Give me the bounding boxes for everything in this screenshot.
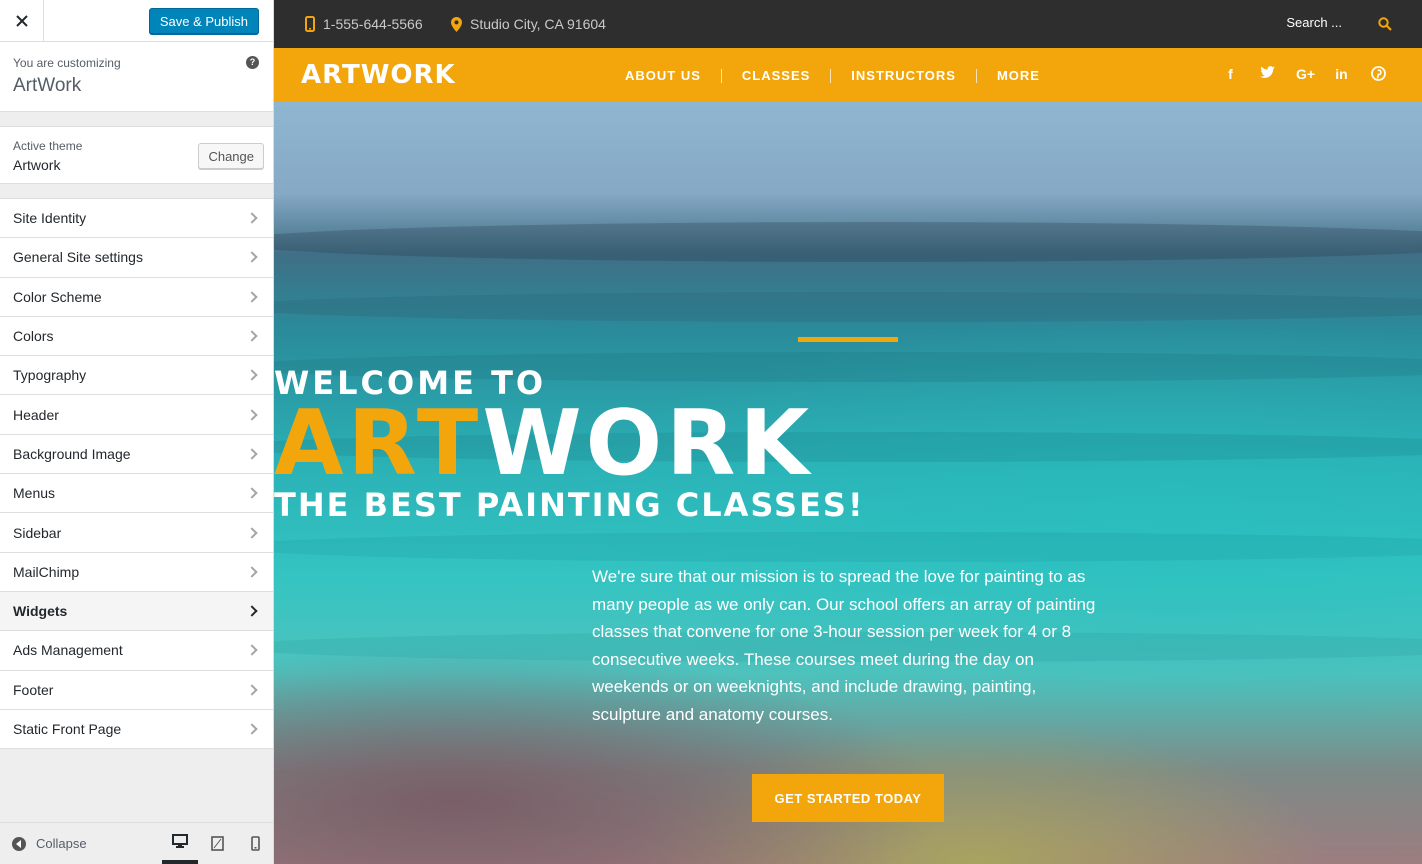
chevron-right-icon <box>246 251 258 264</box>
customizer-footer: Collapse <box>0 822 273 864</box>
customizing-info: You are customizing ArtWork ? <box>0 42 273 112</box>
customizing-label: You are customizing <box>13 56 121 70</box>
chevron-right-icon <box>246 644 258 657</box>
section-item-static-front-page[interactable]: Static Front Page <box>0 709 273 750</box>
chevron-right-icon <box>246 448 258 460</box>
search-icon[interactable] <box>1378 17 1392 31</box>
active-theme-panel: Active theme Artwork Change <box>0 126 273 184</box>
chevron-right-icon <box>246 212 258 224</box>
hero-description: We're sure that our mission is to spread… <box>592 567 1096 724</box>
phone-info: 1-555-644-5566 <box>305 16 423 32</box>
google-plus-icon[interactable]: G+ <box>1296 66 1315 83</box>
desktop-icon <box>172 834 188 848</box>
section-item-typography[interactable]: Typography <box>0 356 273 396</box>
location-text: Studio City, CA 91604 <box>470 16 606 32</box>
hero-title: ARTWORK <box>274 394 1422 494</box>
section-item-label: Colors <box>13 328 54 345</box>
menu-item-instructors[interactable]: INSTRUCTORS <box>830 69 976 83</box>
linkedin-icon[interactable]: in <box>1333 66 1350 83</box>
location-info: Studio City, CA 91604 <box>451 16 606 32</box>
close-customizer-button[interactable] <box>0 0 44 42</box>
site-search-input[interactable]: Search ... <box>1286 15 1342 30</box>
section-item-general-site-settings[interactable]: General Site settings <box>0 238 273 278</box>
section-item-label: Ads Management <box>13 642 123 659</box>
hero-divider <box>798 337 898 342</box>
facebook-icon[interactable]: f <box>1222 66 1239 83</box>
collapse-icon[interactable] <box>12 836 26 851</box>
watercolor-stroke <box>274 532 1422 562</box>
help-icon[interactable]: ? <box>246 56 259 69</box>
site-logo[interactable]: ARTWORK <box>301 60 456 90</box>
customizer-sidebar: Save & Publish You are customizing ArtWo… <box>0 0 274 864</box>
section-item-color-scheme[interactable]: Color Scheme <box>0 277 273 317</box>
mobile-preview-button[interactable] <box>237 822 273 864</box>
hero-section: WELCOME TO ARTWORK THE BEST PAINTING CLA… <box>274 102 1422 864</box>
hero-title-accent: ART <box>274 391 483 496</box>
phone-number: 1-555-644-5566 <box>323 16 423 32</box>
get-started-button[interactable]: GET STARTED TODAY <box>752 774 944 822</box>
section-item-header[interactable]: Header <box>0 395 273 435</box>
section-item-site-identity[interactable]: Site Identity <box>0 199 273 239</box>
chevron-right-icon <box>246 330 258 342</box>
section-item-colors[interactable]: Colors <box>0 316 273 357</box>
section-item-label: Typography <box>13 367 87 384</box>
change-theme-button[interactable]: Change <box>198 143 264 169</box>
chevron-right-icon <box>246 526 258 539</box>
site-navbar: ARTWORK ABOUT US CLASSES INSTRUCTORS MOR… <box>274 48 1422 102</box>
social-links: f G+ in <box>1222 66 1387 83</box>
section-item-sidebar[interactable]: Sidebar <box>0 513 273 553</box>
section-item-footer[interactable]: Footer <box>0 670 273 710</box>
desktop-preview-button[interactable] <box>162 822 198 864</box>
phone-icon <box>305 16 315 32</box>
chevron-right-icon <box>246 723 258 735</box>
customizer-header: Save & Publish <box>0 0 273 42</box>
section-item-label: Header <box>13 406 59 423</box>
section-item-label: Widgets <box>13 603 68 620</box>
main-menu: ABOUT US CLASSES INSTRUCTORS MORE <box>612 69 1060 83</box>
tablet-preview-button[interactable] <box>199 822 235 864</box>
section-item-label: Menus <box>13 485 56 502</box>
section-item-label: Footer <box>13 681 54 698</box>
section-item-label: Site Identity <box>13 210 87 227</box>
customizer-sections: Site Identity General Site settings Color … <box>0 198 273 750</box>
chevron-right-icon <box>246 684 258 696</box>
pinterest-icon[interactable] <box>1370 66 1387 83</box>
chevron-right-icon <box>246 566 258 578</box>
twitter-icon[interactable] <box>1259 66 1276 83</box>
site-name: ArtWork <box>13 75 82 96</box>
map-pin-icon <box>451 16 462 32</box>
section-item-menus[interactable]: Menus <box>0 474 273 514</box>
section-item-mailchimp[interactable]: MailChimp <box>0 552 273 592</box>
section-item-label: Sidebar <box>13 524 62 541</box>
tablet-icon <box>210 835 224 851</box>
section-item-ads-management[interactable]: Ads Management <box>0 631 273 671</box>
close-icon <box>15 15 28 27</box>
chevron-right-icon <box>246 487 258 499</box>
section-item-label: Static Front Page <box>13 721 122 737</box>
section-item-background-image[interactable]: Background Image <box>0 434 273 475</box>
hero-subtitle: THE BEST PAINTING CLASSES! <box>274 486 865 524</box>
section-item-label: General Site settings <box>13 249 143 266</box>
section-item-widgets[interactable]: Widgets <box>0 591 273 632</box>
chevron-right-icon <box>246 369 258 381</box>
section-item-label: Color Scheme <box>13 288 102 305</box>
site-preview: 1-555-644-5566 Studio City, CA 91604 Sea… <box>274 0 1422 864</box>
chevron-right-icon <box>246 605 258 617</box>
watercolor-stroke <box>274 222 1422 262</box>
chevron-right-icon <box>246 291 258 303</box>
site-topbar: 1-555-644-5566 Studio City, CA 91604 Sea… <box>274 0 1422 48</box>
watercolor-stroke <box>274 292 1422 322</box>
chevron-right-icon <box>246 408 258 421</box>
mobile-icon <box>250 835 260 851</box>
section-item-label: MailChimp <box>13 563 80 580</box>
menu-item-classes[interactable]: CLASSES <box>720 69 830 83</box>
section-item-label: Background Image <box>13 445 131 462</box>
menu-item-more[interactable]: MORE <box>975 69 1060 83</box>
hero-title-rest: WORK <box>482 391 814 496</box>
collapse-button[interactable]: Collapse <box>36 836 87 851</box>
save-publish-button[interactable]: Save & Publish <box>148 8 259 34</box>
menu-item-about-us[interactable]: ABOUT US <box>612 69 721 83</box>
